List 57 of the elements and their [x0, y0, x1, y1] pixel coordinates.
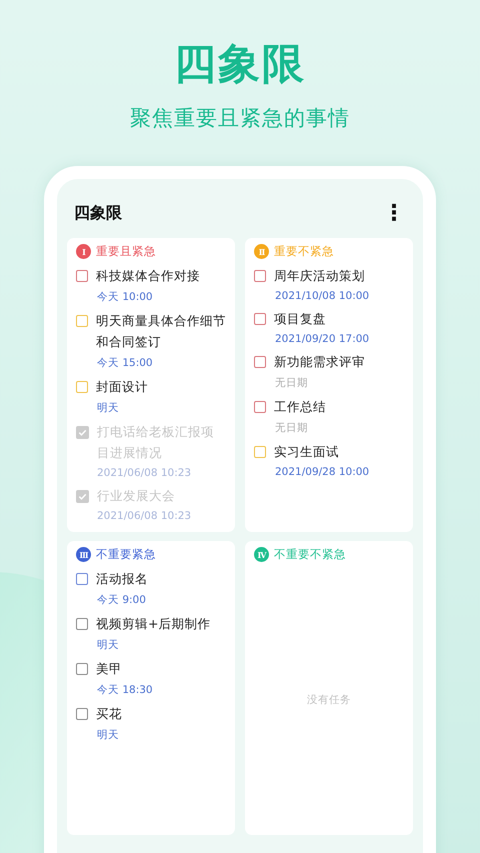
quadrant-title: 重要且紧急 [96, 244, 156, 259]
checkbox[interactable] [254, 446, 266, 458]
task-title: 美甲 [96, 660, 122, 678]
checkbox[interactable] [76, 270, 88, 282]
numeral-badge: III [76, 547, 91, 562]
due-date: 今天 10:00 [97, 290, 154, 304]
checkbox[interactable] [76, 708, 88, 720]
task-title: 明天商量具体合作细节和合同签订 [96, 312, 226, 351]
checkbox[interactable] [76, 618, 88, 630]
due-date: 明天 [97, 638, 120, 652]
numeral-badge: I [76, 244, 91, 259]
menu-icon[interactable]: ⋮ [379, 204, 409, 224]
due-date: 今天 9:00 [97, 593, 147, 607]
task-title: 活动报名 [96, 570, 148, 588]
due-date: 无日期 [275, 421, 309, 435]
checkbox[interactable] [76, 663, 88, 675]
checkbox[interactable] [76, 426, 89, 439]
checkmark-icon [78, 428, 87, 437]
due-date: 明天 [97, 728, 120, 742]
tagline: 聚焦重要且紧急的事情 [130, 105, 350, 132]
due-date: 2021/09/28 10:00 [275, 466, 370, 478]
task-title: 封面设计 [96, 378, 148, 396]
task-title: 项目复盘 [274, 310, 326, 328]
checkbox[interactable] [254, 401, 266, 413]
due-date: 今天 18:30 [97, 683, 154, 697]
task-title: 周年庆活动策划 [274, 267, 365, 285]
checkbox[interactable] [76, 381, 88, 393]
checkbox[interactable] [76, 573, 88, 585]
app-title: 四象限 [74, 203, 122, 224]
task-title: 打电话给老板汇报项目进展情况 [97, 423, 215, 462]
due-date: 今天 15:00 [97, 356, 154, 370]
numeral-badge: II [254, 244, 269, 259]
due-date: 无日期 [275, 376, 309, 390]
task-title: 科技媒体合作对接 [96, 267, 200, 285]
task-title: 行业发展大会 [97, 487, 175, 505]
task-title: 新功能需求评审 [274, 353, 365, 371]
task-title: 实习生面试 [274, 443, 339, 461]
checkbox[interactable] [76, 490, 89, 503]
checkbox[interactable] [76, 315, 88, 327]
due-date: 2021/06/08 10:23 [97, 510, 192, 522]
due-date: 2021/10/08 10:00 [275, 290, 370, 302]
checkbox[interactable] [254, 313, 266, 325]
task-title: 买花 [96, 705, 122, 723]
due-date: 2021/06/08 10:23 [97, 467, 192, 479]
checkbox[interactable] [254, 270, 266, 282]
due-date: 明天 [97, 401, 120, 415]
numeral-badge: IV [254, 547, 269, 562]
quadrant-title: 重要不紧急 [274, 244, 334, 259]
due-date: 2021/09/20 17:00 [275, 333, 370, 345]
task-title: 工作总结 [274, 398, 326, 416]
headline: 四象限 [174, 38, 306, 90]
checkbox[interactable] [254, 356, 266, 368]
quadrant-title: 不重要紧急 [96, 547, 156, 562]
empty-message: 没有任务 [307, 692, 351, 706]
task-title: 视频剪辑+后期制作 [96, 615, 210, 633]
checkmark-icon [78, 492, 87, 501]
quadrant-title: 不重要不紧急 [274, 547, 346, 562]
